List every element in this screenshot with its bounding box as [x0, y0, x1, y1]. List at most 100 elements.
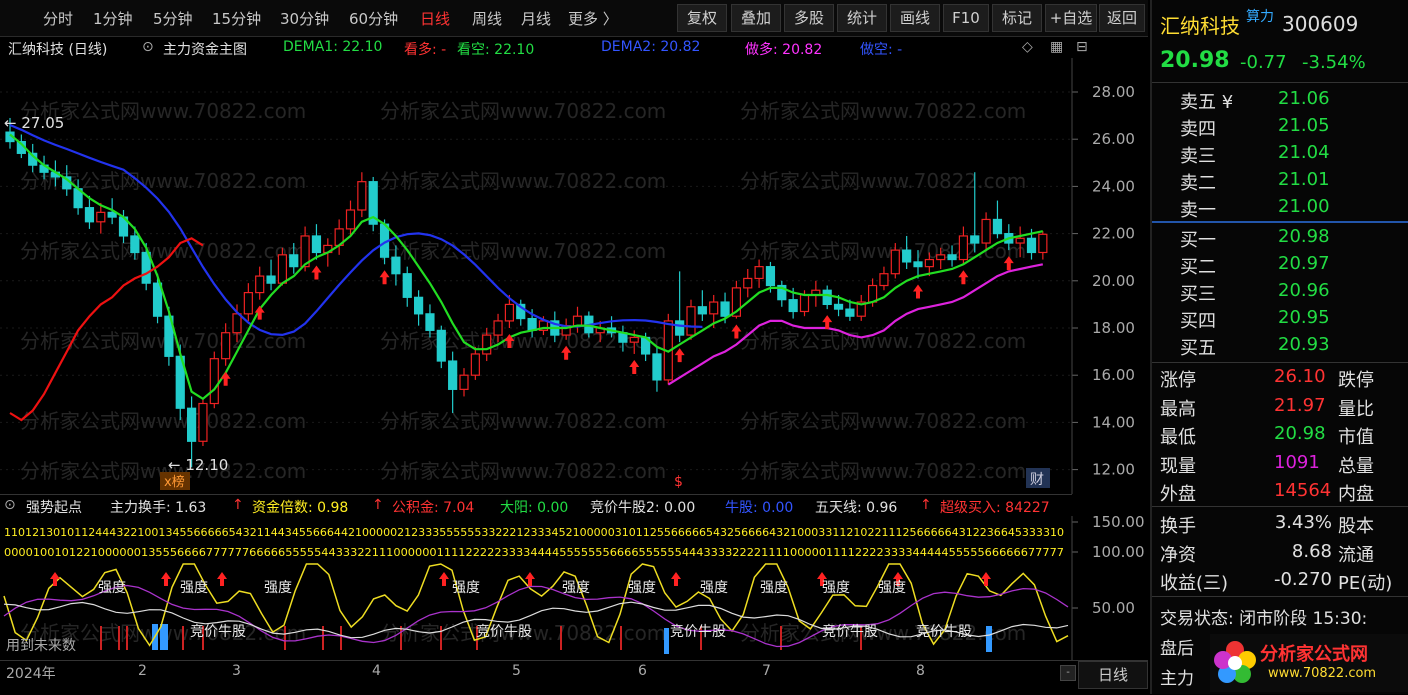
buy-arrow-icon [379, 270, 390, 285]
tab-15min[interactable]: 15分钟 [212, 8, 261, 29]
add-favorite-button[interactable]: +自选 [1045, 4, 1097, 32]
candle-body [198, 402, 208, 442]
bull-stock-label: 竞价牛股 [476, 623, 532, 640]
tab-more[interactable]: 更多 〉 [568, 8, 618, 29]
mark-button[interactable]: 标记 [992, 4, 1042, 32]
multi-stock-button[interactable]: 多股 [784, 4, 834, 32]
formula-name[interactable]: 主力资金主图 [163, 39, 247, 59]
dema1-value: DEMA1: 22.10 [283, 39, 383, 55]
logo-title: 分析家公式网 [1260, 644, 1368, 665]
tab-5min[interactable]: 5分钟 [153, 8, 193, 29]
buy-arrow-icon [629, 359, 640, 374]
candle-body [391, 256, 401, 275]
watermark-text: 分析家公式网www.70822.com [20, 239, 306, 263]
indicator-arrow-icon [671, 572, 681, 586]
ind-y-tick-label: 150.00 [1092, 516, 1145, 531]
bang-badge-icon: x榜 [164, 474, 185, 490]
x-label-may: 5 [512, 663, 521, 679]
tab-daily[interactable]: 日线 [420, 8, 450, 29]
stats-button[interactable]: 统计 [837, 4, 887, 32]
ask-price[interactable]: 21.01 [1278, 169, 1330, 190]
candle-body [765, 266, 776, 287]
indicator-arrow-icon [439, 572, 449, 586]
diamond-icon[interactable]: ◇ [1022, 39, 1033, 55]
divider [1152, 362, 1408, 363]
sector-badge[interactable]: 算力 [1246, 6, 1274, 26]
f10-button[interactable]: F10 [943, 4, 989, 32]
back-button[interactable]: 返回 [1099, 4, 1145, 32]
watermark-text: 分析家公式网www.70822.com [740, 459, 1026, 483]
indicator-blue-bar [986, 626, 992, 652]
ask-price[interactable]: 21.06 [1278, 88, 1330, 109]
indicator-chart[interactable]: 分析家公式网www.70822.com分析家公式网www.70822.com分析… [0, 516, 1148, 660]
indicator-red-tick [126, 626, 128, 650]
bid-price[interactable]: 20.96 [1278, 280, 1330, 301]
tab-30min[interactable]: 30分钟 [280, 8, 329, 29]
candlestick-chart[interactable]: 分析家公式网www.70822.com 分析家公式网www.70822.com 分析… [0, 58, 1148, 494]
bid-label: 买四 [1180, 311, 1216, 332]
bid-price[interactable]: 20.97 [1278, 253, 1330, 274]
candle-body [504, 303, 514, 322]
bid-price[interactable]: 20.93 [1278, 334, 1330, 355]
after-hours-label: 盘后 [1160, 639, 1194, 659]
candle-body [686, 306, 696, 336]
y-tick-label: 16.00 [1092, 366, 1135, 384]
strength-label: 强度 [180, 580, 208, 596]
bid-price[interactable]: 20.98 [1278, 226, 1330, 247]
candle-body [1038, 233, 1048, 254]
stat-value: 14564 [1274, 480, 1332, 501]
candle-body [357, 181, 367, 211]
tab-1min[interactable]: 1分钟 [93, 8, 133, 29]
stock-title: 汇纳科技 (日线) [8, 42, 108, 58]
ask-price[interactable]: 21.00 [1278, 196, 1330, 217]
jingjia-value: 竞价牛股2: 0.00 [590, 500, 696, 516]
overlay-button[interactable]: 叠加 [731, 4, 781, 32]
bid-label: 买三 [1180, 284, 1216, 305]
x-label-aug: 8 [916, 663, 925, 679]
bid-price[interactable]: 20.95 [1278, 307, 1330, 328]
y-tick-label: 14.00 [1092, 413, 1135, 431]
buy-arrow-icon [913, 284, 923, 299]
watermark-text: 分析家公式网www.70822.com [20, 329, 306, 353]
grid-icon[interactable]: ▦ [1050, 39, 1063, 55]
bull-stock-label: 竞价牛股 [822, 623, 878, 640]
indicator-icon[interactable]: ⊙ [4, 497, 16, 513]
ask-price[interactable]: 21.04 [1278, 142, 1330, 163]
candle-body [425, 313, 435, 331]
candle-body [720, 301, 730, 317]
stat2-label-2: 股本 [1338, 516, 1374, 537]
candle-body [289, 254, 299, 268]
trade-status: 交易状态: 闭市阶段 15:30: [1160, 609, 1368, 629]
tab-weekly[interactable]: 周线 [472, 8, 502, 29]
watermark-text: 分析家公式网www.70822.com [380, 169, 666, 193]
zoom-out-icon[interactable]: ⊟ [1076, 39, 1088, 55]
stat-label: 最高 [1160, 398, 1196, 420]
period-toolbar: 分时 1分钟 5分钟 15分钟 30分钟 60分钟 日线 周线 月线 更多 〉 … [0, 0, 1148, 37]
date-axis: 2024年 2 3 4 5 6 7 8 - 日线 [0, 660, 1148, 695]
period-switch-button[interactable]: 日线 [1078, 661, 1148, 689]
stat-value: 21.97 [1274, 394, 1326, 416]
scroll-minus-icon[interactable]: - [1060, 665, 1076, 681]
ind-y-tick-label: 50.00 [1092, 599, 1135, 617]
strength-label: 强度 [700, 580, 728, 596]
indicator-arrow-icon [50, 572, 60, 586]
tab-fenshi[interactable]: 分时 [43, 8, 73, 29]
candle-body [482, 334, 492, 355]
indicator-name[interactable]: 强势起点 [26, 497, 82, 517]
watermark-text: 分析家公式网www.70822.com [740, 621, 1026, 645]
indicator-red-tick [620, 626, 622, 650]
kanduo-value: 看多: - [404, 42, 447, 58]
dema2-magenta-line [667, 263, 1044, 386]
indicator-red-tick [182, 626, 184, 650]
formula-dropdown-icon[interactable]: ⊙ [142, 39, 154, 55]
fuquan-button[interactable]: 复权 [677, 4, 727, 32]
stat-value: 1091 [1274, 451, 1320, 473]
strength-label: 强度 [264, 580, 292, 596]
buy-arrow-icon [958, 270, 969, 285]
tab-monthly[interactable]: 月线 [521, 8, 551, 29]
draw-button[interactable]: 画线 [890, 4, 940, 32]
ask-price[interactable]: 21.05 [1278, 115, 1330, 136]
bid-label: 买二 [1180, 257, 1216, 278]
candle-body [879, 273, 889, 287]
tab-60min[interactable]: 60分钟 [349, 8, 398, 29]
